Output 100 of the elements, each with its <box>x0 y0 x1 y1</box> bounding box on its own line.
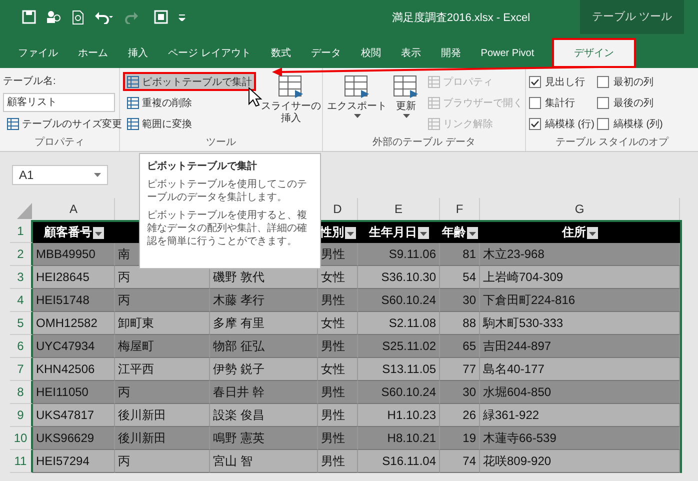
table-cell: 江平西 <box>115 358 210 381</box>
table-cell: 宮山 智 <box>210 450 318 473</box>
header-cell: 生年月日 <box>358 220 440 243</box>
table-cell: S9.11.06 <box>358 243 440 266</box>
table-cell: 54 <box>440 266 480 289</box>
form-icon[interactable] <box>154 10 168 24</box>
row-number: 1 <box>10 220 33 243</box>
table-cell: S2.11.08 <box>358 312 440 335</box>
checkbox[interactable] <box>597 96 610 108</box>
group-label: 外部のテーブル データ <box>372 136 476 150</box>
table-cell: HEI11050 <box>33 381 115 404</box>
checkbox-option[interactable]: 最初の列 <box>597 72 663 91</box>
checkbox-option[interactable]: 見出し行 <box>529 72 594 91</box>
caret-icon <box>94 173 101 177</box>
table-cell: 女性 <box>318 312 358 335</box>
table-cell: 77 <box>440 358 480 381</box>
table-icon <box>7 118 19 130</box>
ribbon-button[interactable]: 範囲に変換 <box>123 114 256 133</box>
table-cell: MBB49950 <box>33 243 115 266</box>
checkbox[interactable] <box>597 76 610 88</box>
mouse-cursor-icon <box>248 86 262 107</box>
table-cell: 81 <box>440 243 480 266</box>
table-cell: 男性 <box>318 289 358 312</box>
table-cell: 後川新田 <box>115 427 210 450</box>
table-cell: 19 <box>440 427 480 450</box>
table-cell: 春日井 幹 <box>210 381 318 404</box>
context-tab-label: テーブル ツール <box>580 0 684 34</box>
table-icon <box>343 74 371 100</box>
print-preview-icon[interactable] <box>72 10 84 24</box>
table-cell: 26 <box>440 404 480 427</box>
ribbon-tab[interactable]: 校閲 <box>350 38 391 68</box>
checkbox[interactable] <box>529 76 541 88</box>
ribbon-tab[interactable]: ページ レイアウト <box>158 38 261 68</box>
filter-dropdown-icon[interactable] <box>418 226 429 238</box>
group-label: テーブル スタイルのオプ <box>554 136 670 150</box>
table-icon <box>127 96 139 108</box>
table-cell: 水堀604-850 <box>480 381 680 404</box>
table-cell: 丙 <box>115 289 210 312</box>
checkbox[interactable] <box>529 96 541 108</box>
ribbon-large-button[interactable]: スライサーの挿入 <box>259 72 323 127</box>
table-cell: 多摩 有里 <box>210 312 318 335</box>
row-number: 9 <box>10 404 33 427</box>
table-cell: HEI51748 <box>33 289 115 312</box>
checkbox-option[interactable]: 縞模様 (行) <box>529 114 594 133</box>
header-cell <box>115 222 139 243</box>
table-cell: S25.11.02 <box>358 335 440 358</box>
checkbox[interactable] <box>597 118 610 130</box>
filter-dropdown-icon[interactable] <box>93 226 104 238</box>
filter-dropdown-icon[interactable] <box>467 226 478 238</box>
ribbon-large-button[interactable]: エクスポート <box>326 72 388 120</box>
checkbox-option[interactable]: 最後の列 <box>597 93 663 112</box>
table-cell: OMH12582 <box>33 312 115 335</box>
table-cell: 島名40-177 <box>480 358 680 381</box>
table-cell: 男性 <box>318 450 358 473</box>
table-cell: 物部 征弘 <box>210 335 318 358</box>
ribbon-button[interactable]: テーブルのサイズ変更 <box>3 114 126 133</box>
table-cell: 木立23-968 <box>480 243 680 266</box>
row-number: 2 <box>10 243 33 266</box>
table-cell: 吉田244-897 <box>480 335 680 358</box>
table-cell: 65 <box>440 335 480 358</box>
ribbon-tab[interactable]: Power Pivot <box>470 38 544 68</box>
table-cell: 男性 <box>318 404 358 427</box>
ribbon-tab[interactable]: ホーム <box>68 38 118 68</box>
filter-dropdown-icon[interactable] <box>587 226 598 238</box>
filter-dropdown-icon[interactable] <box>345 226 356 238</box>
ribbon-tab[interactable]: 挿入 <box>118 38 158 68</box>
undo-icon[interactable] <box>94 10 114 24</box>
ribbon-button[interactable]: ピボットテーブルで集計 <box>123 72 256 91</box>
table-cell: 30 <box>440 289 480 312</box>
ribbon-tab[interactable]: 表示 <box>390 38 431 68</box>
customize-icon[interactable] <box>178 13 186 21</box>
table-cell: 設楽 俊昌 <box>210 404 318 427</box>
checkbox[interactable] <box>529 118 541 130</box>
people-icon[interactable] <box>46 10 62 24</box>
table-cell: 88 <box>440 312 480 335</box>
table-cell: 男性 <box>318 335 358 358</box>
ribbon-tab[interactable]: 開発 <box>430 38 471 68</box>
table-cell: HEI28645 <box>33 266 115 289</box>
table-cell: S16.11.04 <box>358 450 440 473</box>
save-icon[interactable] <box>22 10 36 24</box>
ribbon-tab[interactable]: データ <box>300 38 351 68</box>
ribbon-tab[interactable]: ファイル <box>8 38 68 68</box>
ribbon-tab[interactable]: デザイン <box>552 38 636 68</box>
ribbon-button[interactable]: 重複の削除 <box>123 93 256 112</box>
ribbon-tab[interactable]: 数式 <box>260 38 301 68</box>
table-icon <box>127 76 139 88</box>
checkbox-option[interactable]: 縞模様 (列) <box>597 114 663 133</box>
table-cell: S60.10.24 <box>358 381 440 404</box>
table-icon <box>428 76 440 88</box>
table-cell: 男性 <box>318 427 358 450</box>
name-box[interactable]: A1 <box>12 165 108 185</box>
table-name-field[interactable]: 顧客リスト <box>3 93 115 112</box>
table-cell: UYC47934 <box>33 335 115 358</box>
tooltip-title: ピボットテーブルで集計 <box>147 160 258 173</box>
table-cell: 女性 <box>318 358 358 381</box>
checkbox-option[interactable]: 集計行 <box>529 93 594 112</box>
table-cell: 駒木町530-333 <box>480 312 680 335</box>
table-icon <box>428 96 440 108</box>
table-cell: 上岩崎704-309 <box>480 266 680 289</box>
ribbon-large-button[interactable]: 更新 <box>391 72 421 120</box>
